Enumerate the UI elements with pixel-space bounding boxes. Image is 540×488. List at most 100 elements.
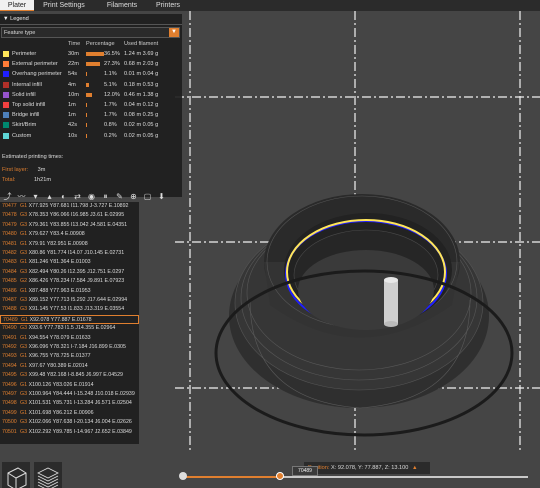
gcode-opcode: G3: [20, 306, 28, 313]
position-readout: Position: X: 92.078, Y: 77.887, Z: 13.10…: [304, 462, 430, 474]
color-change-icon[interactable]: ◉: [86, 191, 97, 202]
estimated-times-title: Estimated printing times:: [2, 154, 64, 160]
gcode-params: X79.627 Y83.4 E.00908: [28, 231, 85, 238]
gcode-line-text: G2 X86.426 Y78.234 I7.584 J9.891 E.07923: [20, 277, 124, 286]
gcode-opcode: G3: [20, 221, 28, 228]
gcode-line: 70490 G3 X93.6 Y77.783 I1.5 J14.355 E.029…: [0, 324, 139, 333]
legend-panel: ▼ Legend Feature type ▼ Time Percentage …: [0, 14, 182, 201]
3d-view-icon[interactable]: [2, 462, 30, 488]
chevron-down-icon[interactable]: ▼: [169, 28, 179, 37]
feature-percentage: 1.1%: [104, 71, 117, 78]
collapse-icon[interactable]: ▲: [412, 465, 418, 471]
tool-change-icon[interactable]: ⇄: [72, 191, 83, 202]
feature-filament: 0.68 m 2.03 g: [124, 61, 159, 68]
feature-name: Overhang perimeter: [12, 71, 62, 78]
tool-marker-icon[interactable]: ⬇: [156, 191, 167, 202]
shells-icon[interactable]: ▢: [142, 191, 153, 202]
gcode-line: 70486 G1 X87.488 Y77.963 E.01953: [0, 287, 139, 296]
gcode-line-number: 70493: [2, 353, 17, 360]
legend-header[interactable]: ▼ Legend: [0, 14, 182, 25]
gcode-line-number: 70480: [2, 231, 17, 238]
feature-time: 1m: [68, 112, 76, 119]
gcode-opcode: G3: [20, 428, 28, 435]
percentage-bar: [86, 103, 87, 107]
gcode-params: X102.292 Y89.785 I-14.967 J2.652 E.03849: [28, 428, 132, 435]
gcode-opcode: G1: [20, 353, 28, 360]
gcode-viewer: 70477 G1 X77.925 Y87.681 I11.798 J-3.727 …: [0, 202, 139, 444]
gcode-params: X92.078 Y77.887 E.01678: [29, 316, 92, 323]
gcode-line-text: G3 X82.494 Y80.26 I12.395 J12.751 E.0297: [20, 268, 124, 277]
gcode-line-number: 70497: [2, 391, 17, 397]
gcode-line-number: 70501: [2, 428, 17, 435]
color-swatch: [3, 122, 9, 129]
gcode-params: X99.48 Y82.168 I-8.845 J6.997 E.04529: [28, 372, 124, 379]
legend-row[interactable]: Custom 10s 0.2% 0.02 m 0.05 g: [0, 132, 182, 140]
legend-row[interactable]: Skirt/Brim 42s 0.8% 0.02 m 0.05 g: [0, 121, 182, 129]
gcode-opcode: G3: [20, 325, 28, 332]
gcode-opcode: G3: [20, 250, 28, 256]
legend-row[interactable]: Internal infill 4m 5.1% 0.18 m 0.53 g: [0, 81, 182, 89]
gcode-line: 70480 G1 X79.627 Y83.4 E.00908: [0, 230, 139, 239]
retraction-icon[interactable]: ▾: [30, 191, 41, 202]
gcode-line-number: 70485: [2, 278, 17, 285]
color-swatch: [3, 61, 9, 68]
feature-filament: 0.02 m 0.05 g: [124, 132, 159, 139]
gcode-line-text: G1 X97.67 Y80.389 E.02014: [20, 362, 88, 371]
legend-row[interactable]: Overhang perimeter 54s 1.1% 0.01 m 0.04 g: [0, 70, 182, 78]
gcode-opcode: G3: [20, 372, 28, 379]
tab-plater[interactable]: Plater: [0, 0, 34, 11]
custom-gcode-icon[interactable]: ✎: [114, 191, 125, 202]
feature-percentage: 27.3%: [104, 61, 120, 68]
gcode-line-text: G3 X80.86 Y81.774 I14.07 J10.145 E.02731: [20, 249, 124, 258]
legend-row[interactable]: External perimeter 22m 27.3% 0.68 m 2.03 g: [0, 60, 182, 68]
gcode-line: 70483 G1 X81.246 Y81.364 E.01003: [0, 258, 139, 267]
tab-filaments[interactable]: Filaments: [94, 0, 150, 11]
wipe-icon[interactable]: 〰: [16, 191, 27, 202]
gcode-params: X80.86 Y81.774 I14.07 J10.145 E.02731: [28, 250, 125, 256]
gcode-opcode: G3: [20, 391, 28, 397]
deretraction-icon[interactable]: ▴: [44, 191, 55, 202]
tab-print-settings[interactable]: Print Settings: [34, 0, 94, 11]
gcode-line: 70499 G1 X101.698 Y86.212 E.00906: [0, 409, 139, 418]
gcode-opcode: G3: [20, 268, 28, 275]
gcode-params: X86.426 Y78.234 I7.584 J9.891 E.07923: [28, 278, 125, 285]
gcode-params: X97.67 Y80.389 E.02014: [28, 362, 88, 369]
gcode-line-number: 70496: [2, 381, 17, 388]
gcode-params: X77.925 Y87.681 I11.798 J-3.727 E.10892: [28, 203, 129, 209]
gcode-line-text: G3 X93.6 Y77.783 I1.5 J14.355 E.02964: [20, 324, 115, 333]
gcode-line: 70493 G1 X96.755 Y78.725 E.01377: [0, 352, 139, 361]
legend-row[interactable]: Bridge infill 1m 1.7% 0.08 m 0.25 g: [0, 111, 182, 119]
gcode-line: 70487 G3 X89.152 Y77.713 I5.292 J17.644 E…: [0, 296, 139, 305]
gcode-params: X87.488 Y77.963 E.01953: [28, 287, 91, 294]
layers-view-icon[interactable]: [34, 462, 62, 488]
gcode-params: X96.096 Y78.321 I-7.184 J16.899 E.0305: [28, 344, 126, 350]
feature-type-select[interactable]: Feature type ▼: [1, 27, 180, 38]
pause-icon[interactable]: ⏸: [100, 191, 111, 202]
travel-icon[interactable]: ⤴: [2, 191, 13, 202]
feature-filament: 0.08 m 0.25 g: [124, 112, 159, 119]
feature-time: 1m: [68, 102, 76, 108]
feature-time: 4m: [68, 81, 76, 88]
gcode-line-text: G1 X79.91 Y82.951 E.00908: [20, 240, 88, 249]
header-percentage: Percentage: [86, 41, 115, 47]
gcode-line-number: 70479: [2, 221, 17, 228]
gcode-params: X94.554 Y78.079 E.01633: [28, 334, 91, 341]
gcode-line: 70492 G3 X96.096 Y78.321 I-7.184 J16.899 …: [0, 343, 139, 352]
legend-row[interactable]: Solid infill 10m 12.0% 0.46 m 1.38 g: [0, 91, 182, 99]
feature-time: 54s: [68, 71, 78, 78]
gcode-line: 70494 G1 X97.67 Y80.389 E.02014: [0, 362, 139, 371]
tab-printers[interactable]: Printers: [150, 0, 186, 11]
color-swatch: [3, 132, 9, 139]
layer-slider-start-handle[interactable]: [179, 472, 187, 480]
gcode-opcode: G3: [20, 419, 28, 426]
center-of-gravity-icon[interactable]: ⊕: [128, 191, 139, 202]
gcode-line-text: G3 X91.145 Y77.53 I1.833 J13.319 E.03554: [20, 305, 124, 314]
legend-row[interactable]: Perimeter 30m 36.5% 1.24 m 3.69 g: [0, 50, 182, 58]
seams-icon[interactable]: ◐: [58, 191, 69, 202]
legend-row[interactable]: Top solid infill 1m 1.7% 0.04 m 0.12 g: [0, 101, 182, 109]
feature-percentage: 1.7%: [104, 112, 117, 119]
gcode-params: X81.246 Y81.364 E.01003: [28, 259, 91, 266]
layer-slider-handle[interactable]: [275, 472, 284, 480]
gcode-opcode: G1: [20, 231, 28, 238]
first-layer-value: 3m: [37, 167, 46, 173]
